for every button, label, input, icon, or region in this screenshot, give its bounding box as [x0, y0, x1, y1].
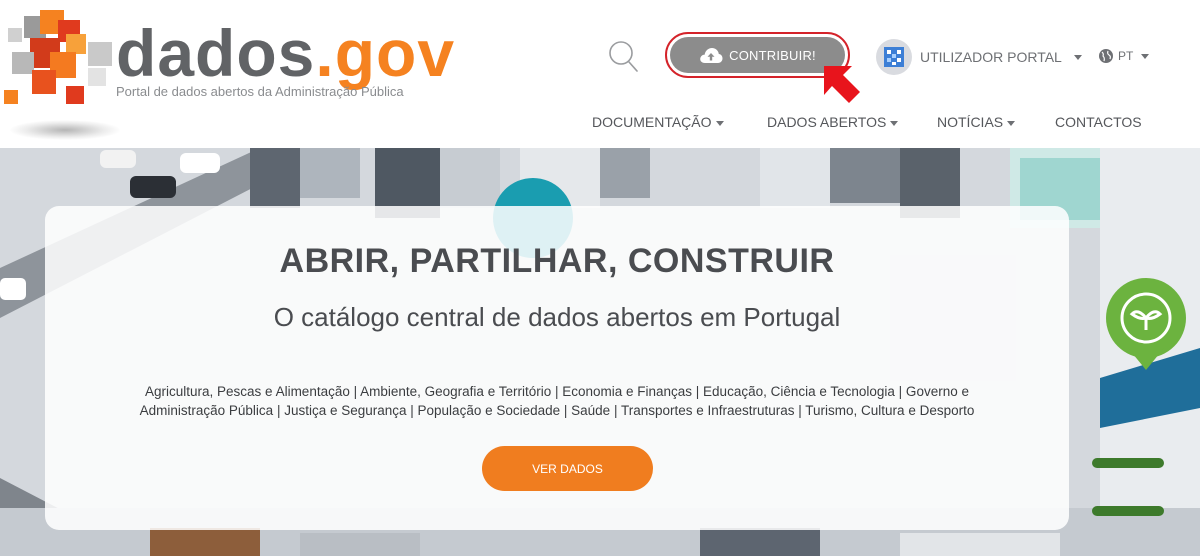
theme-list: Agricultura, Pescas e Alimentação | Ambi…: [85, 382, 1029, 420]
logo-tagline: Portal de dados abertos da Administração…: [116, 84, 404, 99]
nav-item-open-data[interactable]: DADOS ABERTOS: [767, 114, 899, 130]
nav-item-contacts[interactable]: CONTACTOS: [1055, 114, 1142, 130]
globe-icon: [1099, 49, 1113, 63]
cloud-upload-icon: [700, 48, 723, 63]
site-logo[interactable]: dados.gov Portal de dados abertos da Adm…: [4, 8, 454, 140]
theme-list-line: Administração Pública | Justiça e Segura…: [139, 403, 975, 418]
annotation-arrow-icon: [824, 66, 860, 103]
nav-label: DADOS ABERTOS: [767, 114, 887, 130]
nav-item-documentation[interactable]: DOCUMENTAÇÃO: [592, 114, 724, 130]
nav-item-news[interactable]: NOTÍCIAS: [937, 114, 1016, 130]
avatar: [876, 39, 912, 75]
contribute-label: CONTRIBUIR!: [729, 47, 816, 63]
language-label: PT: [1118, 49, 1134, 63]
nav-label: DOCUMENTAÇÃO: [592, 114, 712, 130]
nav-label: NOTÍCIAS: [937, 114, 1004, 130]
see-data-button[interactable]: VER DADOS: [482, 446, 653, 491]
logo-wordmark: dados.gov: [116, 16, 456, 90]
logo-cubes-icon: [4, 10, 112, 104]
user-menu-label: UTILIZADOR PORTAL: [920, 49, 1062, 65]
chevron-down-icon: [1141, 53, 1150, 59]
language-menu[interactable]: PT: [1098, 48, 1150, 64]
chevron-down-icon: [715, 120, 724, 126]
theme-list-line: Agricultura, Pescas e Alimentação | Ambi…: [145, 384, 969, 399]
site-header: dados.gov Portal de dados abertos da Adm…: [0, 0, 1200, 148]
search-icon[interactable]: [607, 39, 639, 73]
logo-shadow: [10, 120, 120, 140]
chevron-down-icon: [890, 120, 899, 126]
chevron-down-icon: [1007, 120, 1016, 126]
user-avatar-icon: [884, 47, 904, 67]
hero-subtitle: O catálogo central de dados abertos em P…: [273, 302, 841, 332]
hero-section: ABRIR, PARTILHAR, CONSTRUIR O catálogo c…: [0, 148, 1200, 556]
nav-label: CONTACTOS: [1055, 114, 1142, 130]
hero-title: ABRIR, PARTILHAR, CONSTRUIR: [279, 242, 835, 280]
user-menu[interactable]: UTILIZADOR PORTAL: [876, 39, 1082, 75]
chevron-down-icon: [1073, 54, 1082, 60]
hero-card: ABRIR, PARTILHAR, CONSTRUIR O catálogo c…: [45, 206, 1069, 530]
